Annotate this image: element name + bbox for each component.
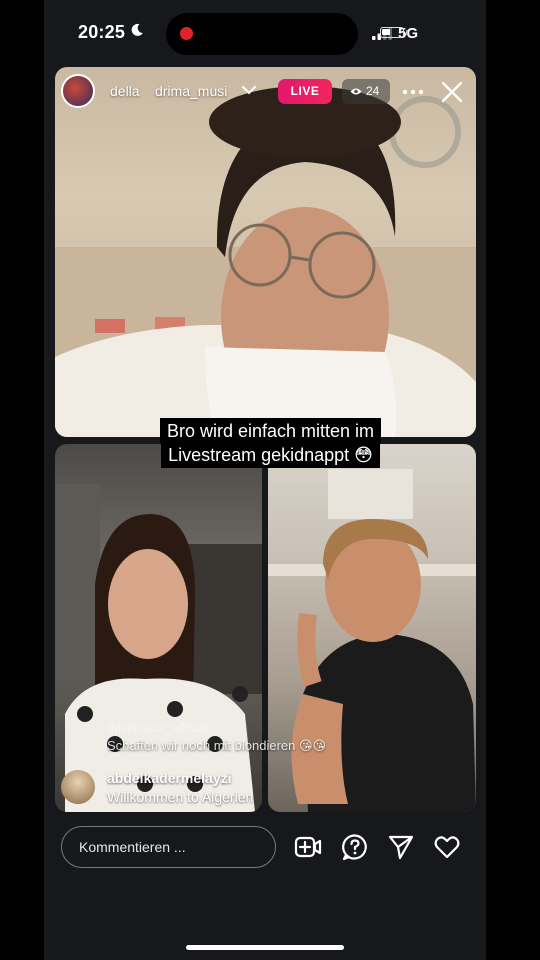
battery-cap <box>406 30 408 35</box>
moon-icon <box>131 23 143 36</box>
send-icon[interactable] <box>387 833 415 861</box>
caption-line-1: Bro wird einfach mitten im <box>145 418 396 444</box>
add-guest-icon[interactable] <box>294 833 322 861</box>
guest-right-video-scene <box>268 469 476 812</box>
host-avatar[interactable] <box>61 74 95 108</box>
device-frame-right <box>496 0 540 960</box>
status-bar: 20:25 5G <box>44 0 486 64</box>
guest-username[interactable]: drima_musi <box>155 83 227 99</box>
video-host[interactable] <box>55 67 476 437</box>
comment-avatar[interactable] <box>61 770 95 804</box>
comment-username[interactable]: thisiscoco_official <box>107 720 208 735</box>
live-badge: LIVE <box>278 79 332 104</box>
viewer-count-badge[interactable]: 24 <box>342 79 390 104</box>
comment-text: Schaffen wir noch mit blondieren 😘😘 <box>107 738 327 753</box>
viewer-count: 24 <box>366 84 380 98</box>
comment-input[interactable] <box>61 826 276 868</box>
comment-username[interactable]: abdelkadermelayzi <box>107 770 232 786</box>
dynamic-island <box>166 13 358 55</box>
guest-left-video-scene <box>55 484 262 812</box>
question-icon[interactable] <box>341 833 369 861</box>
more-icon[interactable] <box>400 83 426 101</box>
chevron-down-icon[interactable] <box>241 84 257 96</box>
home-indicator[interactable] <box>186 945 344 950</box>
device-frame-left <box>0 0 44 960</box>
video-guest-left[interactable] <box>55 444 262 812</box>
eye-icon <box>350 88 362 95</box>
heart-icon[interactable] <box>433 833 461 861</box>
battery-icon <box>380 27 404 38</box>
host-video-scene <box>55 86 476 437</box>
comment-text: Willkommen to Algerien <box>107 789 254 805</box>
video-guest-right[interactable] <box>268 444 476 812</box>
close-icon[interactable] <box>440 80 464 104</box>
recording-indicator <box>180 27 193 40</box>
caption-line-2: Livestream gekidnappt 😳 <box>145 442 396 468</box>
host-username[interactable]: della <box>110 83 140 99</box>
status-time: 20:25 <box>78 22 126 42</box>
